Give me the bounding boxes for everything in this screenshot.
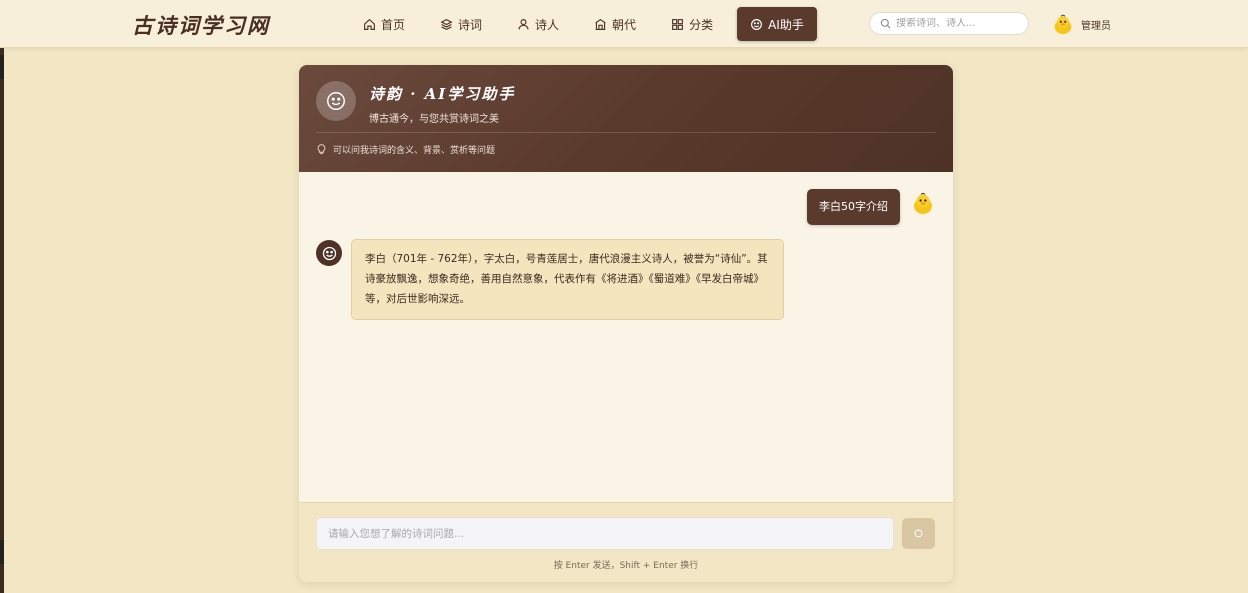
grid-icon [672,18,684,30]
user-avatar-duck-icon [1054,14,1072,35]
nav-label: AI助手 [768,17,804,32]
smile-icon [322,246,336,260]
home-icon [364,18,375,30]
nav-label: 诗词 [458,17,483,32]
user-icon [518,18,529,29]
nav-label: 诗人 [535,17,560,32]
lightbulb-icon [317,144,326,155]
nav-item-poems[interactable]: 诗词 [429,7,493,41]
top-navbar: 古诗词学习网 首页 诗词 诗人 朝代 分类 AI助手 搜索诗词、诗人... 管理… [0,0,1248,48]
user-menu[interactable]: 管理员 [1052,13,1111,35]
nav-label: 首页 [381,17,406,32]
nav-item-ai-assistant[interactable]: AI助手 [737,7,817,41]
chat-hint-text: 可以问我诗词的含义、背景、赏析等问题 [333,146,496,156]
site-brand[interactable]: 古诗词学习网 [132,10,270,40]
user-avatar-duck-icon [914,192,932,214]
chat-header: 诗韵 · AI学习助手 博古通今，与您共赏诗词之美 可以问我诗词的含义、背景、赏… [299,65,953,172]
nav-item-home[interactable]: 首页 [352,7,416,41]
chat-input[interactable] [316,517,894,550]
main-nav: 首页 诗词 诗人 朝代 分类 AI助手 [352,7,830,41]
window-edge [0,0,4,593]
search-input[interactable] [896,18,1026,29]
user-message-bubble: 李白50字介绍 [807,189,900,225]
input-hint: 按 Enter 发送，Shift + Enter 换行 [553,561,699,571]
assistant-message-bubble: 李白（701年 - 762年），字太白，号青莲居士，唐代浪漫主义诗人，被誉为“诗… [351,239,784,320]
chat-input-area: 按 Enter 发送，Shift + Enter 换行 [299,502,953,582]
assistant-message-avatar [316,240,342,266]
layers-icon [440,18,453,30]
temple-icon [595,18,606,30]
smile-icon [327,92,345,110]
nav-item-poets[interactable]: 诗人 [506,7,570,41]
chat-title: 诗韵 · AI学习助手 [369,85,516,103]
search-icon [880,18,891,29]
send-icon [914,529,923,538]
ai-chat-panel: 诗韵 · AI学习助手 博古通今，与您共赏诗词之美 可以问我诗词的含义、背景、赏… [299,65,953,582]
nav-item-categories[interactable]: 分类 [660,7,724,41]
chat-subtitle: 博古通今，与您共赏诗词之美 [369,114,499,125]
assistant-avatar [316,81,356,121]
message-list: 李白50字介绍 李白（701年 - 762年），字太白，号青莲居士，唐代浪漫主义… [299,172,953,502]
smile-icon [751,18,763,30]
nav-label: 分类 [689,17,714,32]
chat-hint: 可以问我诗词的含义、背景、赏析等问题 [316,143,495,156]
header-divider [316,132,936,133]
send-button[interactable] [902,518,935,549]
search-box [869,12,1029,35]
nav-label: 朝代 [612,17,637,32]
user-name: 管理员 [1081,20,1111,32]
nav-item-dynasties[interactable]: 朝代 [583,7,647,41]
